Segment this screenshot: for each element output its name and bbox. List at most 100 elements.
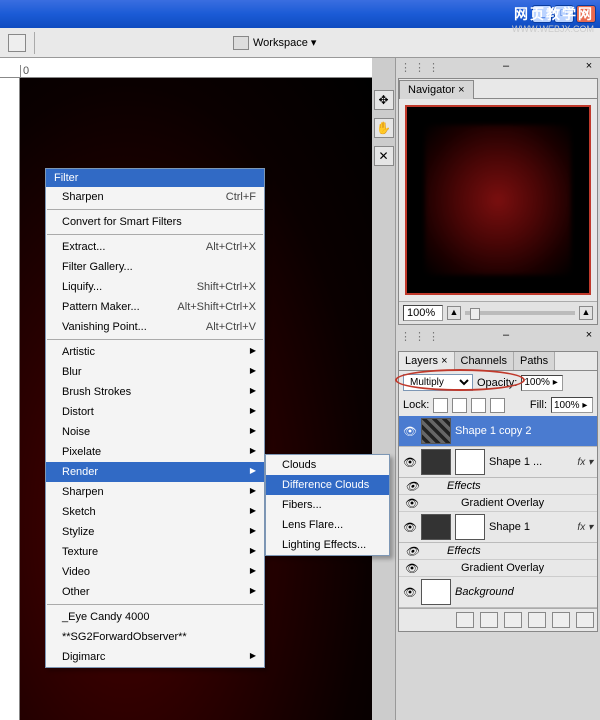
submenu-lens-flare[interactable]: Lens Flare... [266, 515, 389, 535]
menu-item-other[interactable]: Other [46, 582, 264, 602]
fx-badge[interactable]: fx ▾ [577, 522, 593, 533]
layer-style-icon[interactable] [480, 612, 498, 628]
hand-icon[interactable]: ✋ [374, 118, 394, 138]
new-group-icon[interactable] [528, 612, 546, 628]
layer-thumbnail[interactable] [421, 449, 451, 475]
submenu-difference-clouds[interactable]: Difference Clouds [266, 475, 389, 495]
menu-item-render[interactable]: Render [46, 462, 264, 482]
panel-close-icon[interactable]: × [582, 329, 596, 343]
menu-item-liquify[interactable]: Liquify...Shift+Ctrl+X [46, 277, 264, 297]
crossed-tools-icon[interactable]: ✕ [374, 146, 394, 166]
link-layers-icon[interactable] [456, 612, 474, 628]
layer-row[interactable]: 👁 Shape 1 ... fx ▾ [399, 447, 597, 478]
navigator-thumbnail[interactable] [405, 105, 591, 295]
workspace-menu[interactable]: Workspace ▾ [253, 36, 316, 49]
menu-item-sg2[interactable]: **SG2ForwardObserver** [46, 627, 264, 647]
submenu-fibers[interactable]: Fibers... [266, 495, 389, 515]
layer-thumbnail[interactable] [421, 579, 451, 605]
layers-panel: Layers × Channels Paths Multiply Opacity… [398, 351, 598, 632]
panel-collapse-icon[interactable]: – [499, 60, 513, 74]
layer-row[interactable]: 👁 Shape 1 copy 2 [399, 416, 597, 447]
effects-row[interactable]: 👁Effects [399, 543, 597, 560]
layer-name[interactable]: Shape 1 copy 2 [455, 425, 531, 437]
ruler-horizontal: 0 [0, 58, 372, 78]
layer-mask-thumbnail[interactable] [455, 449, 485, 475]
menu-item-artistic[interactable]: Artistic [46, 342, 264, 362]
layer-row[interactable]: 👁 Background [399, 577, 597, 608]
workspace-icon[interactable] [233, 36, 249, 50]
menu-item-pattern-maker[interactable]: Pattern Maker...Alt+Shift+Ctrl+X [46, 297, 264, 317]
lock-label: Lock: [403, 399, 429, 411]
visibility-icon[interactable]: 👁 [403, 521, 417, 534]
filter-menu-title: Filter [46, 169, 264, 187]
tab-navigator[interactable]: Navigator × [399, 80, 474, 99]
effect-gradient-overlay[interactable]: 👁Gradient Overlay [399, 560, 597, 577]
new-layer-icon[interactable] [552, 612, 570, 628]
tab-paths[interactable]: Paths [514, 352, 555, 370]
effects-row[interactable]: 👁Effects [399, 478, 597, 495]
menu-item-noise[interactable]: Noise [46, 422, 264, 442]
window-titlebar: _ □ × [0, 0, 600, 28]
zoom-out-icon[interactable]: ▲ [447, 306, 461, 320]
menu-item-distort[interactable]: Distort [46, 402, 264, 422]
visibility-icon[interactable]: 👁 [403, 425, 417, 438]
render-submenu: Clouds Difference Clouds Fibers... Lens … [265, 454, 390, 556]
menu-item-sharpen[interactable]: Sharpen [46, 482, 264, 502]
tool-preset-icon[interactable] [8, 34, 26, 52]
watermark: 网页教学网 WWW.WEBJX.COM [512, 4, 594, 34]
tab-layers[interactable]: Layers × [399, 352, 455, 370]
lock-position-icon[interactable] [471, 398, 486, 413]
ruler-vertical [0, 78, 20, 720]
menu-item-eye-candy[interactable]: _Eye Candy 4000 [46, 607, 264, 627]
fx-badge[interactable]: fx ▾ [577, 457, 593, 468]
fill-label: Fill: [530, 399, 547, 411]
submenu-clouds[interactable]: Clouds [266, 455, 389, 475]
zoom-in-icon[interactable]: ▲ [579, 306, 593, 320]
navigator-panel: Navigator × 100% ▲ ▲ [398, 78, 598, 325]
menu-item-stylize[interactable]: Stylize [46, 522, 264, 542]
tab-channels[interactable]: Channels [455, 352, 514, 370]
delete-layer-icon[interactable] [576, 612, 594, 628]
layer-mask-icon[interactable] [504, 612, 522, 628]
menu-item-brush-strokes[interactable]: Brush Strokes [46, 382, 264, 402]
zoom-value-input[interactable]: 100% [403, 305, 443, 321]
layer-thumbnail[interactable] [421, 514, 451, 540]
lock-all-icon[interactable] [490, 398, 505, 413]
menu-item-texture[interactable]: Texture [46, 542, 264, 562]
effect-gradient-overlay[interactable]: 👁Gradient Overlay [399, 495, 597, 512]
menu-item-sketch[interactable]: Sketch [46, 502, 264, 522]
menu-item-convert-smart[interactable]: Convert for Smart Filters [46, 212, 264, 232]
menu-item-pixelate[interactable]: Pixelate [46, 442, 264, 462]
filter-menu: Filter SharpenCtrl+F Convert for Smart F… [45, 168, 265, 668]
layer-mask-thumbnail[interactable] [455, 514, 485, 540]
menu-item-extract[interactable]: Extract...Alt+Ctrl+X [46, 237, 264, 257]
panel-close-icon[interactable]: × [582, 60, 596, 74]
opacity-input[interactable]: 100% ▸ [521, 375, 563, 391]
menu-item-blur[interactable]: Blur [46, 362, 264, 382]
lock-transparency-icon[interactable] [433, 398, 448, 413]
layer-name[interactable]: Background [455, 586, 514, 598]
layer-name[interactable]: Shape 1 [489, 521, 530, 533]
opacity-label: Opacity: [477, 377, 517, 389]
zoom-slider[interactable] [465, 311, 575, 315]
visibility-icon[interactable]: 👁 [403, 456, 417, 469]
layer-row[interactable]: 👁 Shape 1 fx ▾ [399, 512, 597, 543]
panel-grip[interactable]: ⋮⋮⋮–× [396, 327, 600, 345]
side-tool-strip: ✥ ✋ ✕ [372, 58, 396, 720]
menu-item-video[interactable]: Video [46, 562, 264, 582]
layer-name[interactable]: Shape 1 ... [489, 456, 542, 468]
panel-grip[interactable]: ⋮⋮⋮–× [396, 58, 600, 76]
options-bar: Workspace ▾ [0, 28, 600, 58]
move-icon[interactable]: ✥ [374, 90, 394, 110]
fill-input[interactable]: 100% ▸ [551, 397, 593, 413]
submenu-lighting-effects[interactable]: Lighting Effects... [266, 535, 389, 555]
menu-item-vanishing-point[interactable]: Vanishing Point...Alt+Ctrl+V [46, 317, 264, 337]
blend-mode-select[interactable]: Multiply [403, 374, 473, 391]
menu-item-digimarc[interactable]: Digimarc [46, 647, 264, 667]
lock-pixels-icon[interactable] [452, 398, 467, 413]
menu-item-sharpen-last[interactable]: SharpenCtrl+F [46, 187, 264, 207]
layer-thumbnail[interactable] [421, 418, 451, 444]
menu-item-filter-gallery[interactable]: Filter Gallery... [46, 257, 264, 277]
visibility-icon[interactable]: 👁 [403, 586, 417, 599]
panel-collapse-icon[interactable]: – [499, 329, 513, 343]
